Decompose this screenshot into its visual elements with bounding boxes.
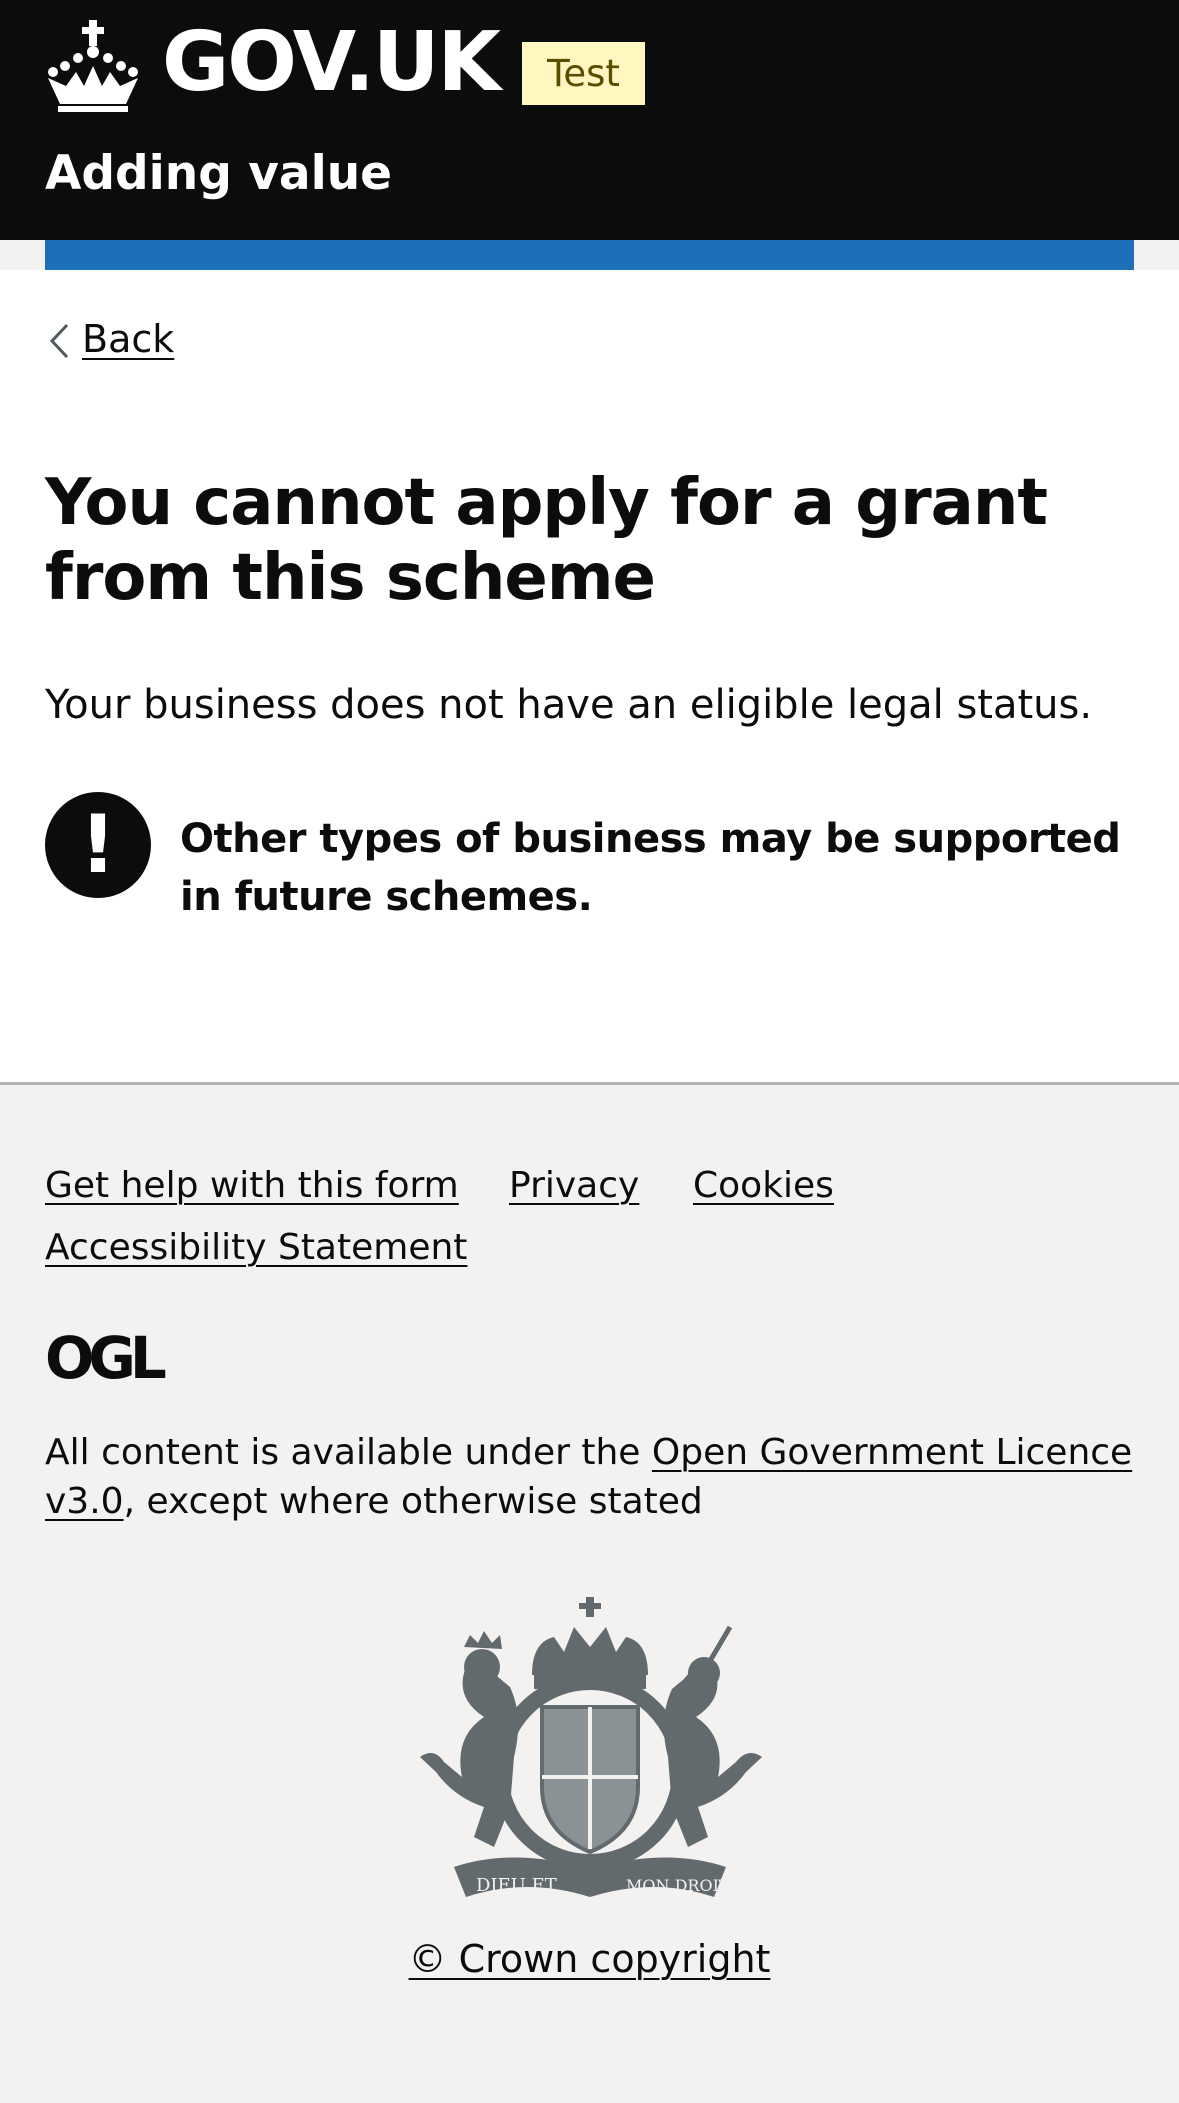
ogl-logo-text: OGL [45, 1332, 166, 1382]
page-title: You cannot apply for a grant from this s… [45, 466, 1048, 615]
licence-text: All content is available under the Open … [45, 1428, 1155, 1526]
phase-tag: Test [522, 42, 645, 105]
footer-link-privacy[interactable]: Privacy [509, 1162, 639, 1210]
footer-link-get-help[interactable]: Get help with this form [45, 1162, 459, 1210]
crown-copyright[interactable]: © Crown copyright [0, 1934, 1179, 1984]
service-name[interactable]: Adding value [45, 150, 392, 197]
ineligibility-reason: Your business does not have an eligible … [45, 682, 1093, 728]
licence-prefix: All content is available under the [45, 1432, 652, 1473]
ogl-logo: OGL [45, 1332, 169, 1382]
header-accent-bar [45, 240, 1134, 270]
crown-icon [48, 20, 138, 112]
motto-right: MON DROIT [626, 1876, 730, 1895]
site-header: GOV.UK Test Adding value [0, 0, 1179, 240]
crown-copyright-link[interactable]: © Crown copyright [409, 1937, 771, 1981]
back-link[interactable]: Back [82, 314, 174, 364]
royal-coat-of-arms: DIEU ET MON DROIT [420, 1597, 762, 1897]
warning-icon: ! [45, 792, 151, 898]
licence-suffix: , except where otherwise stated [123, 1481, 703, 1522]
footer-link-accessibility[interactable]: Accessibility Statement [45, 1224, 467, 1272]
motto-left: DIEU ET [476, 1875, 557, 1896]
footer-link-cookies[interactable]: Cookies [693, 1162, 834, 1210]
footer-divider [0, 1082, 1179, 1085]
govuk-logo-text[interactable]: GOV.UK [162, 22, 501, 104]
chevron-left-icon [49, 323, 69, 359]
warning-text: Other types of business may be supported… [180, 816, 1121, 920]
